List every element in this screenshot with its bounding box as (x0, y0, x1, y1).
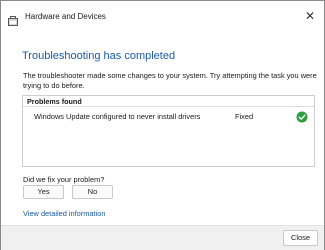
yes-button[interactable]: Yes (23, 185, 64, 199)
description-text: The troubleshooter made some changes to … (23, 71, 317, 90)
check-circle-icon (296, 110, 308, 123)
problem-status: Fixed (235, 112, 254, 121)
view-detailed-information-link[interactable]: View detailed information (23, 209, 105, 218)
hardware-devices-icon (8, 13, 18, 26)
problems-found-title: Problems found (27, 97, 82, 106)
window-close-icon[interactable]: ✕ (301, 7, 319, 25)
troubleshooter-window: Hardware and Devices ✕ Troubleshooting h… (0, 0, 325, 250)
problems-found-panel: Problems found Windows Update configured… (22, 95, 315, 167)
dialog-footer: Close (1, 225, 324, 250)
close-button[interactable]: Close (283, 230, 318, 246)
window-title: Hardware and Devices (25, 12, 106, 21)
page-heading: Troubleshooting has completed (22, 50, 176, 62)
problem-row: Windows Update configured to never insta… (23, 109, 314, 125)
no-button[interactable]: No (72, 185, 113, 199)
problems-found-header: Problems found (23, 96, 314, 107)
feedback-question: Did we fix your problem? (23, 175, 105, 184)
problem-name: Windows Update configured to never insta… (34, 112, 201, 121)
title-bar: Hardware and Devices ✕ (1, 1, 324, 35)
